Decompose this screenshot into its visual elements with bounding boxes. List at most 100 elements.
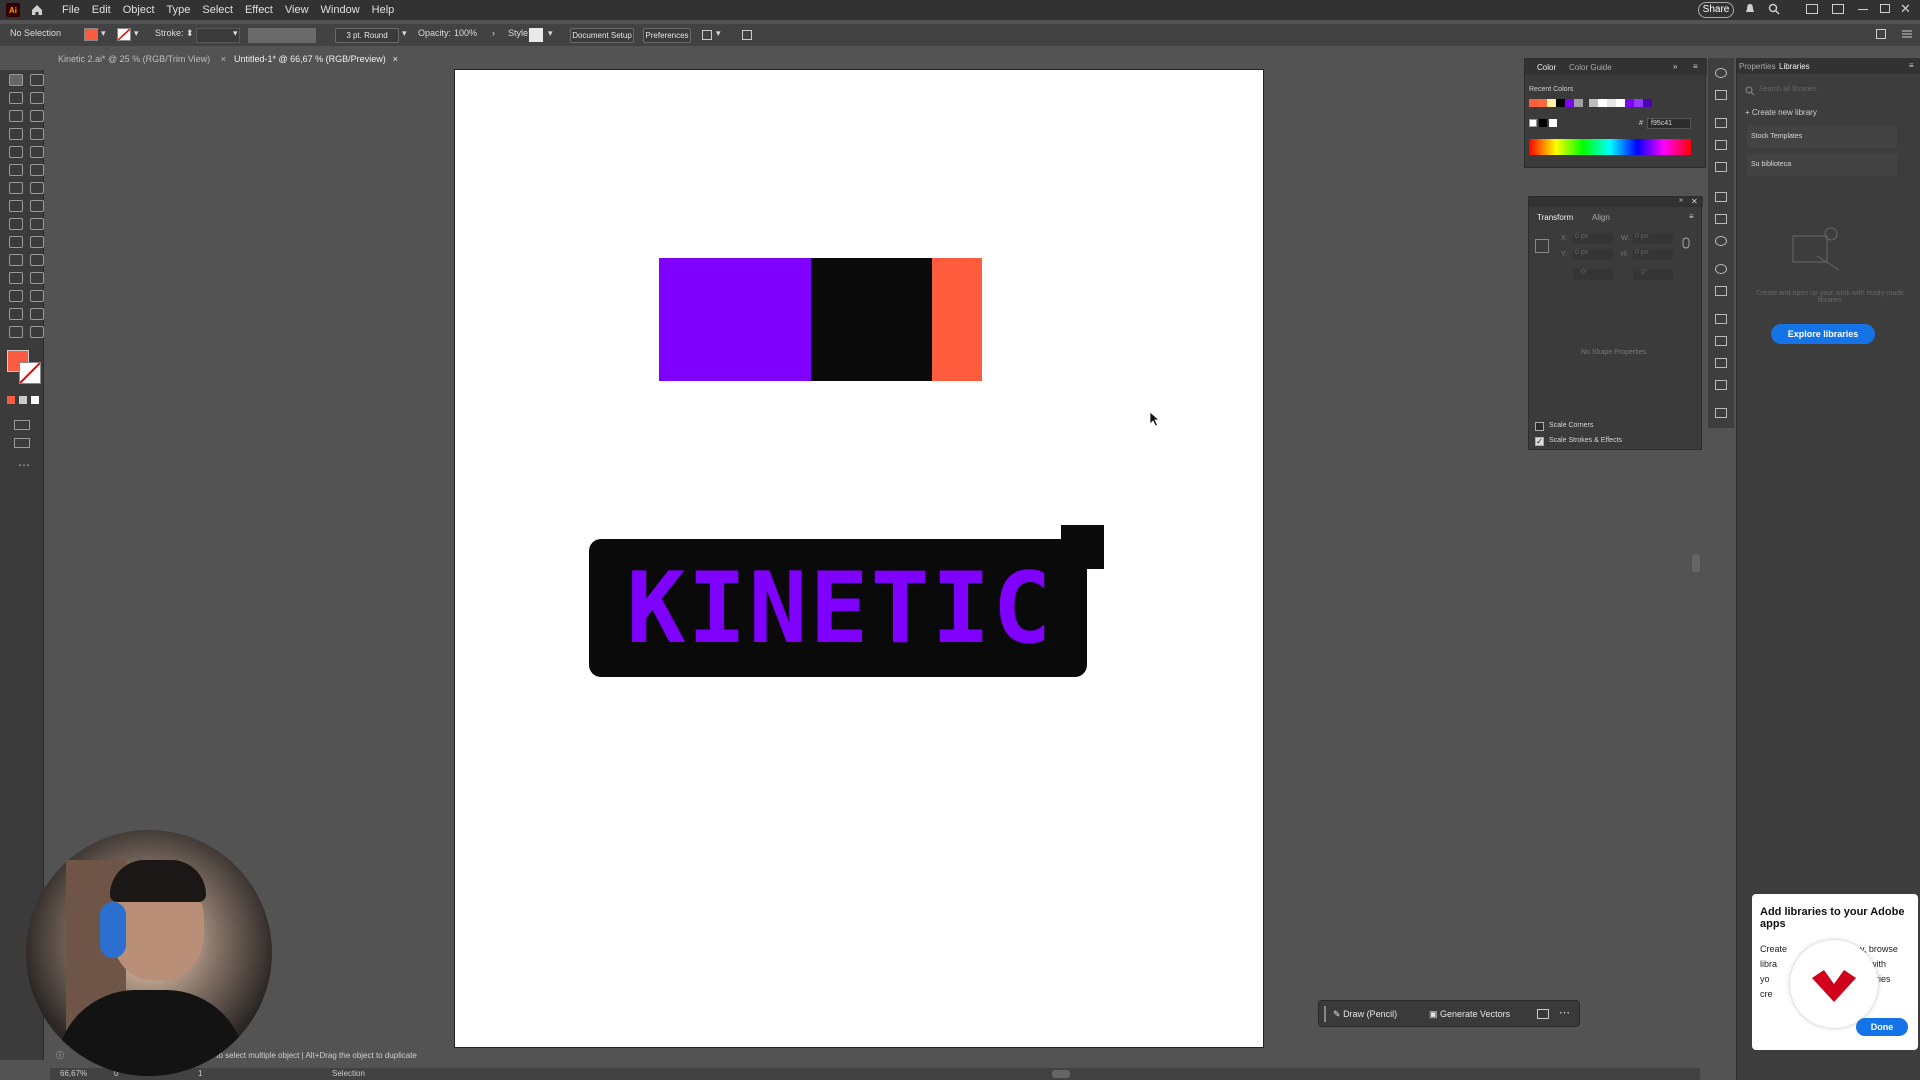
- done-button[interactable]: Done: [1856, 1018, 1908, 1036]
- gradient-tool-icon[interactable]: [30, 236, 44, 248]
- collapse-icon[interactable]: »: [1673, 62, 1677, 71]
- black-swatch[interactable]: [1539, 119, 1547, 127]
- tab-properties[interactable]: Properties: [1739, 62, 1775, 71]
- menu-type[interactable]: Type: [167, 4, 191, 16]
- stroke-color-icon[interactable]: [19, 362, 41, 384]
- w-field[interactable]: 0 px: [1633, 233, 1673, 244]
- vertical-scrollbar[interactable]: [1692, 554, 1700, 572]
- tab-kinetic-2[interactable]: Kinetic 2.ai* @ 25 % (RGB/Trim View) ×: [50, 50, 226, 68]
- symbols-icon[interactable]: [1715, 162, 1727, 172]
- menu-help[interactable]: Help: [372, 4, 395, 16]
- artboards-icon[interactable]: [1715, 358, 1727, 368]
- appearance-icon[interactable]: [1715, 264, 1727, 274]
- free-transform-icon[interactable]: [30, 200, 44, 212]
- symbol-sprayer-icon[interactable]: [9, 272, 23, 284]
- perspective-grid-icon[interactable]: [9, 236, 23, 248]
- blend-tool-icon[interactable]: [30, 254, 44, 266]
- recent-color-swatch[interactable]: [1538, 99, 1547, 107]
- pen-tool-icon[interactable]: [9, 110, 23, 122]
- menu-object[interactable]: Object: [123, 4, 155, 16]
- recent-color-swatch[interactable]: [1556, 99, 1565, 107]
- scale-corners-checkbox[interactable]: [1535, 422, 1544, 431]
- library-item-su-biblioteca[interactable]: Su biblioteca: [1747, 154, 1897, 176]
- horizontal-scrollbar[interactable]: [1052, 1070, 1070, 1078]
- rectangle-tool-icon[interactable]: [9, 146, 23, 158]
- opacity-value[interactable]: 100%: [454, 28, 477, 38]
- eraser-icon[interactable]: [30, 164, 44, 176]
- white-swatch[interactable]: [1549, 119, 1557, 127]
- menu-effect[interactable]: Effect: [245, 4, 273, 16]
- tab-untitled-1[interactable]: Untitled-1* @ 66,67 % (RGB/Preview) ×: [226, 50, 398, 68]
- menu-file[interactable]: File: [62, 4, 80, 16]
- drag-handle[interactable]: [1324, 1006, 1326, 1022]
- close-icon[interactable]: ×: [393, 50, 398, 68]
- column-graph-icon[interactable]: [9, 290, 23, 302]
- color-icon[interactable]: [1715, 68, 1727, 78]
- recent-color-swatch[interactable]: [1574, 99, 1583, 107]
- recent-color-swatch[interactable]: [1598, 99, 1607, 107]
- explore-libraries-button[interactable]: Explore libraries: [1771, 324, 1875, 344]
- search-icon[interactable]: [1768, 3, 1780, 15]
- y-field[interactable]: 0 px: [1573, 249, 1613, 260]
- link-icon[interactable]: [1681, 237, 1691, 249]
- zoom-tool-icon[interactable]: [30, 326, 44, 338]
- menu-window[interactable]: Window: [321, 4, 360, 16]
- panel-menu-icon[interactable]: ≡: [1909, 61, 1914, 70]
- pencil-icon[interactable]: [9, 308, 23, 320]
- stroke-icon[interactable]: [1715, 192, 1727, 202]
- graphic-styles-icon[interactable]: [1715, 286, 1727, 296]
- chevron-down-icon[interactable]: ▾: [134, 28, 139, 39]
- image-icon[interactable]: [1537, 1009, 1549, 1019]
- recent-color-swatch[interactable]: [1616, 99, 1625, 107]
- chevron-down-icon[interactable]: ▾: [716, 28, 721, 39]
- more-options-icon[interactable]: ⋯: [1559, 1006, 1570, 1019]
- draw-pencil-button[interactable]: ✎ Draw (Pencil): [1333, 1005, 1417, 1023]
- brush-definition[interactable]: 3 pt. Round: [335, 28, 399, 43]
- color-spectrum[interactable]: [1529, 139, 1691, 155]
- rotate-tool-icon[interactable]: [9, 182, 23, 194]
- paintbrush-icon[interactable]: [30, 146, 44, 158]
- artboard-tool-icon[interactable]: [30, 290, 44, 302]
- purple-swatch-rect[interactable]: [659, 258, 811, 381]
- artboard[interactable]: KINETIC: [454, 69, 1264, 1048]
- arrange-documents-icon[interactable]: [1876, 29, 1886, 39]
- h-field[interactable]: 0 px: [1633, 249, 1673, 260]
- asset-export-icon[interactable]: [1715, 336, 1727, 346]
- color-mode-icon[interactable]: [7, 396, 15, 404]
- close-icon[interactable]: ✕: [1900, 1, 1911, 17]
- chevron-down-icon[interactable]: ▾: [101, 28, 106, 39]
- black-swatch-rect[interactable]: [811, 258, 932, 381]
- share-button[interactable]: Share: [1698, 2, 1734, 18]
- panel-menu-icon[interactable]: ≡: [1689, 212, 1694, 221]
- stroke-swatch[interactable]: [117, 28, 131, 41]
- chevron-right-icon[interactable]: ›: [492, 28, 495, 38]
- recent-color-swatch[interactable]: [1634, 99, 1643, 107]
- preferences-button[interactable]: Preferences: [643, 28, 691, 43]
- screen-mode-icon[interactable]: [14, 438, 30, 448]
- menu-edit[interactable]: Edit: [92, 4, 111, 16]
- brushes-icon[interactable]: [1715, 140, 1727, 150]
- generate-vectors-button[interactable]: ▣ Generate Vectors: [1429, 1005, 1521, 1023]
- tab-color[interactable]: Color: [1537, 63, 1556, 72]
- hand-tool-icon[interactable]: [30, 308, 44, 320]
- color-guide-icon[interactable]: [1715, 90, 1727, 100]
- kinetic-logo-text[interactable]: KINETIC: [605, 550, 1075, 668]
- eyedropper-icon[interactable]: [9, 254, 23, 266]
- live-paint-icon[interactable]: [30, 218, 44, 230]
- style-swatch[interactable]: [529, 28, 543, 42]
- recent-color-swatch[interactable]: [1529, 99, 1538, 107]
- recent-color-swatch[interactable]: [1565, 99, 1574, 107]
- rotate-field[interactable]: 0°: [1573, 269, 1613, 280]
- chevron-down-icon[interactable]: ▾: [233, 28, 238, 39]
- x-field[interactable]: 0 px: [1573, 233, 1613, 244]
- recent-color-swatch[interactable]: [1547, 99, 1556, 107]
- create-library-link[interactable]: + Create new library: [1745, 108, 1817, 117]
- shape-builder-icon[interactable]: [9, 218, 23, 230]
- panel-menu-icon[interactable]: ≡: [1693, 62, 1698, 71]
- menu-select[interactable]: Select: [202, 4, 233, 16]
- recent-color-swatch[interactable]: [1643, 99, 1652, 107]
- collapse-icon[interactable]: »: [1679, 197, 1683, 204]
- home-icon[interactable]: [30, 3, 44, 17]
- recent-color-swatch[interactable]: [1589, 99, 1598, 107]
- tab-libraries[interactable]: Libraries: [1779, 62, 1810, 71]
